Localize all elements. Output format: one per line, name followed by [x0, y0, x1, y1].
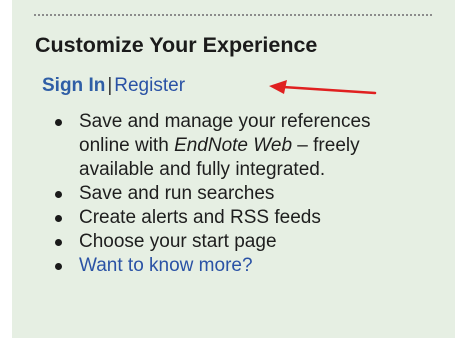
dotted-divider	[34, 14, 432, 16]
list-item: Want to know more?	[52, 254, 412, 278]
list-item: Create alerts and RSS feeds	[52, 206, 412, 230]
feature-text: Choose your start page	[79, 231, 277, 252]
bullet-icon	[55, 239, 62, 246]
red-arrow-icon	[269, 80, 377, 95]
want-to-know-more-link[interactable]: Want to know more?	[79, 255, 253, 276]
bullet-icon	[55, 263, 62, 270]
feature-text: Create alerts and RSS feeds	[79, 207, 321, 228]
feature-list: Save and manage your references online w…	[52, 110, 412, 278]
feature-text: Save and run searches	[79, 183, 275, 204]
auth-links: Sign In | Register	[42, 75, 185, 97]
sign-in-link[interactable]: Sign In	[42, 75, 105, 96]
list-item: Choose your start page	[52, 230, 412, 254]
endnote-web-text: EndNote Web	[174, 135, 293, 156]
bullet-icon	[55, 119, 62, 126]
panel-title: Customize Your Experience	[35, 33, 318, 57]
register-link[interactable]: Register	[114, 75, 185, 96]
list-item: Save and manage your references online w…	[52, 110, 412, 182]
bullet-icon	[55, 191, 62, 198]
bullet-icon	[55, 215, 62, 222]
auth-separator: |	[107, 75, 113, 96]
customize-experience-panel: Customize Your Experience Sign In | Regist…	[12, 0, 455, 338]
list-item: Save and run searches	[52, 182, 412, 206]
